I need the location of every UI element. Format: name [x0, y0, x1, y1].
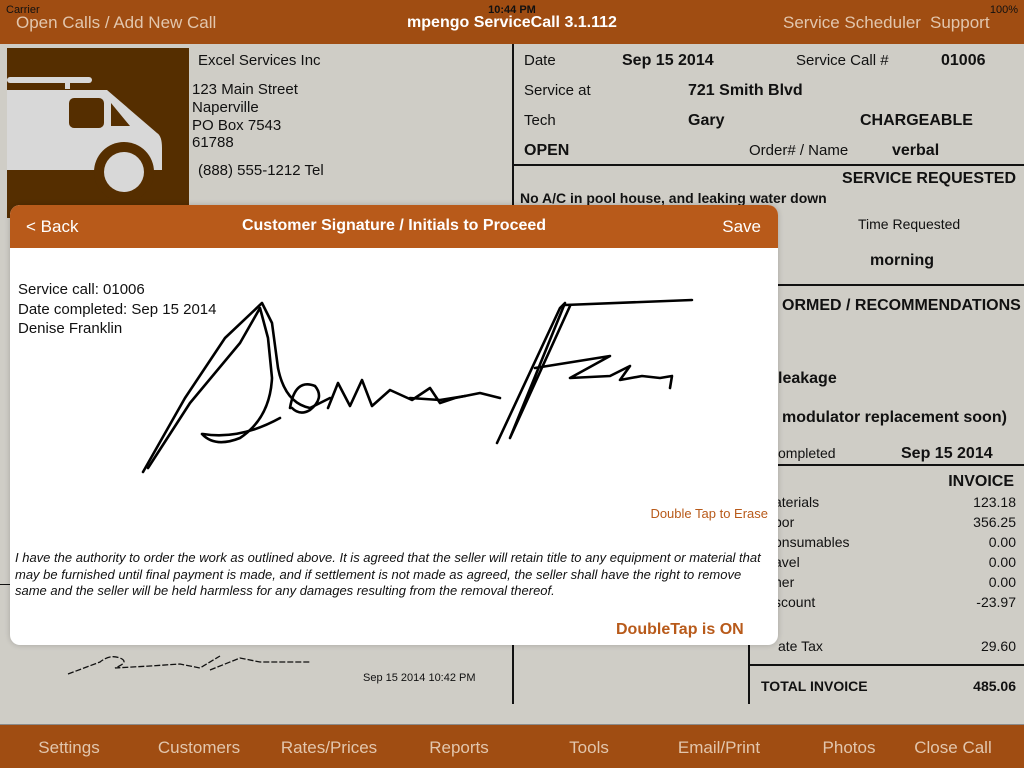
- service-at-label: Service at: [524, 82, 591, 99]
- invoice-row-label: onsumables: [774, 534, 850, 550]
- tab-reports[interactable]: Reports: [429, 738, 489, 758]
- invoice-row-value: 123.18: [973, 494, 1016, 510]
- company-address-line: Naperville: [192, 99, 259, 116]
- support-button[interactable]: Support: [930, 13, 990, 33]
- service-description[interactable]: No A/C in pool house, and leaking water …: [520, 190, 827, 206]
- company-name: Excel Services Inc: [198, 52, 321, 69]
- call-number-label: Service Call #: [796, 52, 889, 69]
- invoice-heading: INVOICE: [948, 473, 1014, 490]
- time-requested-label: Time Requested: [858, 216, 961, 232]
- company-address-line: 123 Main Street: [192, 81, 298, 98]
- tech-value[interactable]: Gary: [688, 112, 724, 130]
- invoice-row-value: 356.25: [973, 514, 1016, 530]
- total-label: TOTAL INVOICE: [761, 678, 868, 694]
- doubletap-toggle[interactable]: DoubleTap is ON: [616, 621, 744, 639]
- invoice-row-label: scount: [774, 594, 816, 610]
- recommendation-text[interactable]: modulator replacement soon): [782, 409, 1007, 427]
- divider: [740, 464, 1024, 466]
- tab-email-print[interactable]: Email/Print: [678, 738, 760, 758]
- company-phone: (888) 555-1212 Tel: [198, 162, 324, 179]
- service-scheduler-button[interactable]: Service Scheduler: [783, 13, 921, 33]
- tech-label: Tech: [524, 112, 556, 129]
- tab-settings[interactable]: Settings: [38, 738, 99, 758]
- tax-value: 29.60: [980, 638, 1016, 654]
- tab-tools[interactable]: Tools: [569, 738, 609, 758]
- invoice-row-value: 0.00: [988, 534, 1016, 550]
- date-value[interactable]: Sep 15 2014: [622, 52, 714, 70]
- signature-pad[interactable]: [10, 248, 778, 498]
- modal-title: Customer Signature / Initials to Proceed: [241, 217, 547, 234]
- service-requested-heading: SERVICE REQUESTED: [842, 170, 1016, 187]
- invoice-row-value: 0.00: [988, 574, 1016, 590]
- company-address-line: PO Box 7543: [192, 117, 282, 134]
- order-value[interactable]: verbal: [892, 142, 939, 160]
- van-icon: [7, 77, 162, 202]
- date-label: Date: [524, 52, 556, 69]
- authorization-text: I have the authority to order the work a…: [15, 550, 761, 598]
- background-signature[interactable]: [60, 648, 320, 678]
- tab-customers[interactable]: Customers: [158, 738, 240, 758]
- tab-rates-prices[interactable]: Rates/Prices: [281, 738, 377, 758]
- tab-photos[interactable]: Photos: [823, 738, 876, 758]
- invoice-row-value: -23.97: [976, 594, 1016, 610]
- service-at-value[interactable]: 721 Smith Blvd: [688, 82, 803, 100]
- billing-type[interactable]: CHARGEABLE: [860, 112, 973, 130]
- top-nav-bar: Carrier 10:44 PM 100% Open Calls / Add N…: [0, 0, 1024, 44]
- tax-label: ate Tax: [778, 638, 823, 654]
- save-button[interactable]: Save: [722, 217, 761, 237]
- performed-heading: ORMED / RECOMMENDATIONS: [782, 297, 1021, 314]
- order-label: Order# / Name: [749, 142, 849, 159]
- completed-date[interactable]: Sep 15 2014: [901, 445, 993, 463]
- time-requested-value[interactable]: morning: [870, 252, 934, 270]
- total-value: 485.06: [973, 678, 1016, 694]
- divider: [512, 164, 1024, 166]
- call-number-value: 01006: [941, 52, 986, 69]
- company-logo: [7, 48, 189, 218]
- tab-close-call[interactable]: Close Call: [914, 738, 991, 758]
- modal-header: < Back Customer Signature / Initials to …: [10, 205, 778, 248]
- company-address-line: 61788: [192, 134, 234, 151]
- completed-label: ompleted: [778, 445, 836, 461]
- signature-modal: < Back Customer Signature / Initials to …: [10, 205, 778, 645]
- erase-hint: Double Tap to Erase: [650, 506, 768, 521]
- divider: [748, 664, 1024, 666]
- bottom-tab-bar: Settings Customers Rates/Prices Reports Tool…: [0, 724, 1024, 768]
- invoice-row-label: aterials: [774, 494, 820, 510]
- signature-timestamp: Sep 15 2014 10:42 PM: [363, 672, 476, 684]
- invoice-row-value: 0.00: [988, 554, 1016, 570]
- call-status[interactable]: OPEN: [524, 142, 569, 160]
- performed-text[interactable]: leakage: [778, 370, 837, 388]
- divider: [740, 284, 1024, 286]
